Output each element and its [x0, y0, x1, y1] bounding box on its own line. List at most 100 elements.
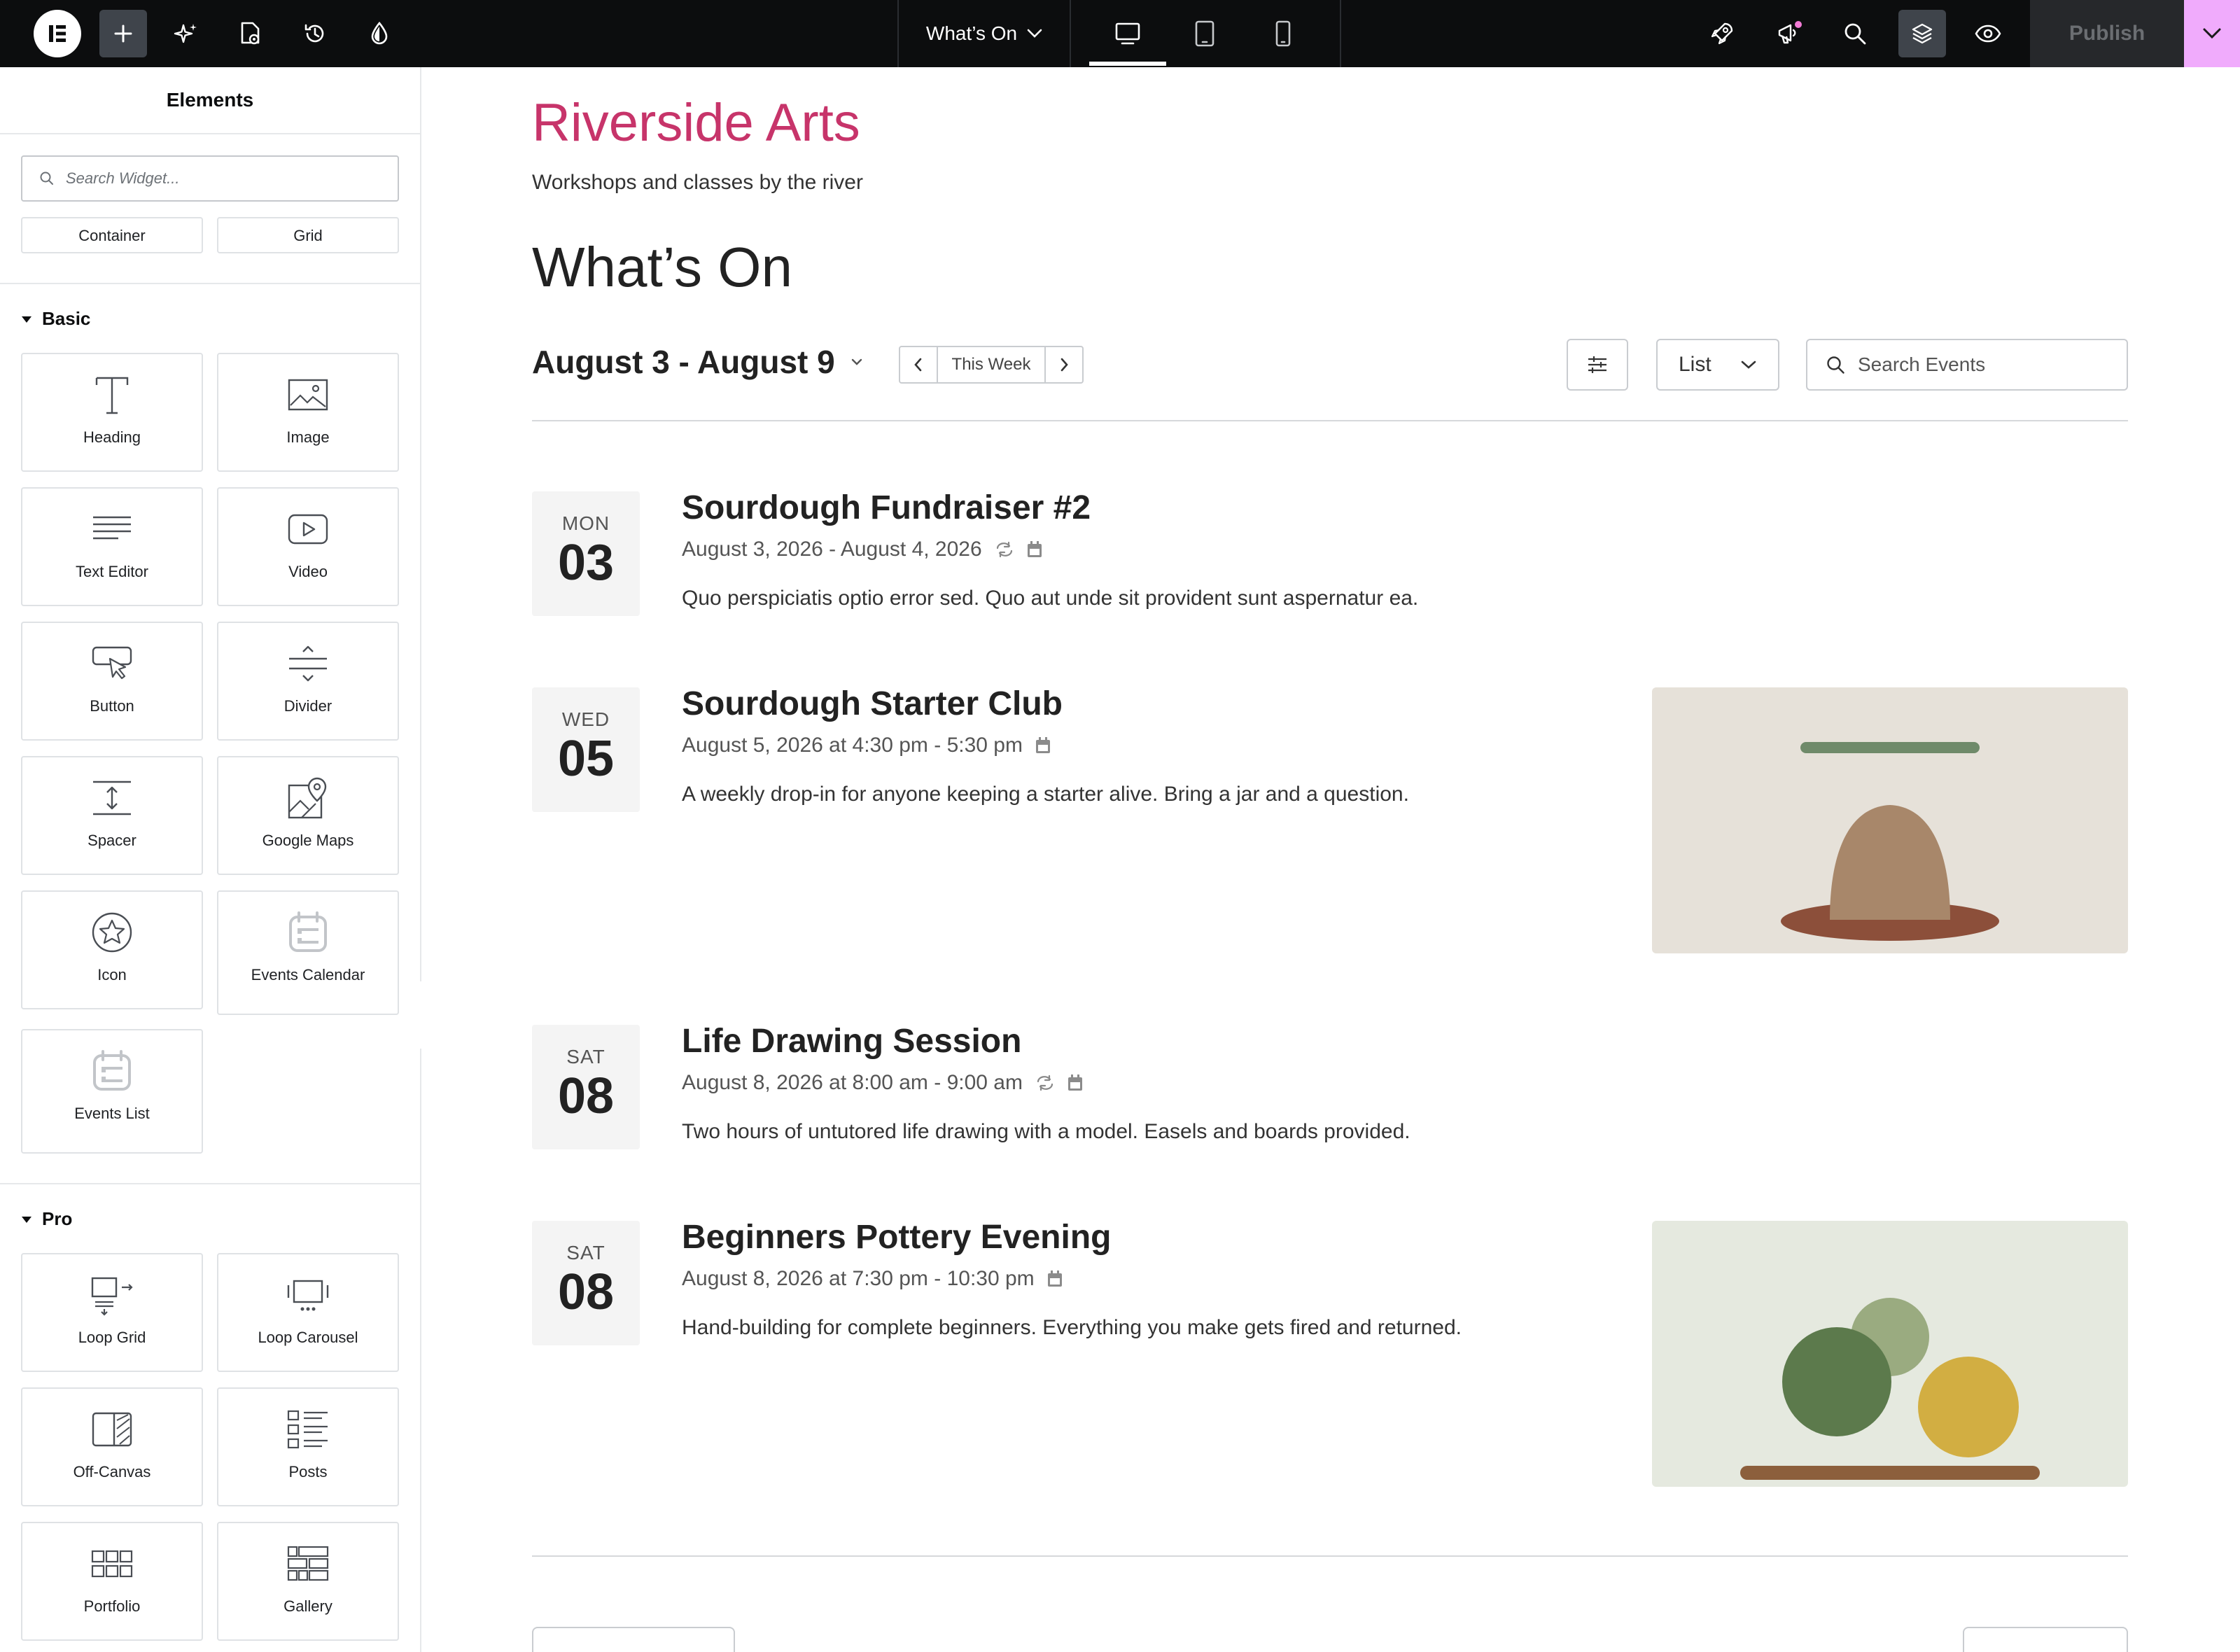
events-search-input[interactable]: [1858, 354, 2124, 376]
previous-events-button[interactable]: [532, 1627, 735, 1652]
page-name-dropdown[interactable]: What’s On: [899, 0, 1070, 67]
page-settings-icon[interactable]: [231, 0, 270, 67]
widget-gallery[interactable]: Gallery: [217, 1522, 399, 1641]
widget-label: Events Calendar: [251, 966, 365, 983]
notifications-icon[interactable]: [1770, 0, 1809, 67]
view-select[interactable]: List: [1656, 339, 1779, 391]
calendar-export-icon[interactable]: [1035, 737, 1051, 754]
widget-grid[interactable]: Grid: [217, 217, 399, 253]
finder-search-icon[interactable]: [1835, 0, 1875, 67]
event-title[interactable]: Sourdough Fundraiser #2: [682, 489, 1091, 527]
section-basic-label: Basic: [42, 308, 91, 329]
widget-events-calendar[interactable]: Events Calendar: [217, 890, 399, 1015]
section-pro-toggle[interactable]: Pro: [21, 1208, 72, 1230]
date-range-picker[interactable]: August 3 - August 9: [532, 343, 863, 381]
event-title[interactable]: Beginners Pottery Evening: [682, 1218, 1111, 1256]
event-datetime: August 3, 2026 - August 4, 2026: [682, 538, 982, 561]
event-date-badge: MON 03: [532, 491, 640, 616]
loop-grid-icon: [91, 1277, 133, 1316]
widget-search-input[interactable]: [66, 169, 374, 188]
event-image-bread[interactable]: [1652, 687, 2128, 953]
prev-week-button[interactable]: [900, 347, 937, 382]
widget-label: Loop Carousel: [258, 1329, 358, 1346]
caret-down-icon: [22, 1216, 31, 1223]
this-week-button[interactable]: This Week: [937, 347, 1046, 382]
publish-button[interactable]: Publish: [2030, 0, 2184, 67]
widget-label: Text Editor: [76, 563, 148, 580]
publish-options-button[interactable]: [2184, 0, 2240, 67]
widget-icon[interactable]: Icon: [21, 890, 203, 1009]
star-icon: [92, 912, 132, 953]
event-date-badge: WED 05: [532, 687, 640, 812]
widget-image[interactable]: Image: [217, 353, 399, 472]
off-canvas-icon: [92, 1412, 132, 1447]
chevron-down-icon: [1027, 29, 1042, 38]
next-events-button[interactable]: [1963, 1627, 2128, 1652]
widget-video[interactable]: Video: [217, 487, 399, 606]
site-settings-icon[interactable]: [360, 0, 399, 67]
widget-text-editor[interactable]: Text Editor: [21, 487, 203, 606]
loop-carousel-icon: [287, 1280, 329, 1311]
preview-eye-icon[interactable]: [1968, 0, 2008, 67]
tablet-icon[interactable]: [1166, 0, 1243, 67]
event-day: 08: [557, 1264, 615, 1320]
events-search: [1806, 339, 2128, 391]
site-title[interactable]: Riverside Arts: [532, 92, 860, 153]
section-basic-toggle[interactable]: Basic: [21, 308, 90, 330]
widget-loop-carousel[interactable]: Loop Carousel: [217, 1253, 399, 1372]
search-icon: [40, 172, 53, 185]
chevron-down-icon: [2203, 28, 2221, 39]
widget-divider[interactable]: Divider: [217, 622, 399, 741]
widget-label: Portfolio: [83, 1597, 141, 1615]
widget-container[interactable]: Container: [21, 217, 203, 253]
widget-heading[interactable]: Heading: [21, 353, 203, 472]
event-day: 05: [557, 731, 615, 787]
sliders-icon: [1588, 356, 1606, 373]
page-title: What’s On: [532, 236, 792, 298]
widget-portfolio[interactable]: Portfolio: [21, 1522, 203, 1641]
chevron-down-icon: [1741, 360, 1756, 369]
calendar-export-icon[interactable]: [1047, 1270, 1063, 1287]
mobile-icon[interactable]: [1245, 0, 1322, 67]
ai-sparkle-icon[interactable]: [167, 0, 206, 67]
elementor-logo-icon[interactable]: [34, 10, 81, 57]
widget-label: Button: [90, 697, 134, 715]
event-description: Quo perspiciatis optio error sed. Quo au…: [682, 587, 1419, 610]
calendar-export-icon[interactable]: [1068, 1074, 1083, 1091]
history-icon[interactable]: [295, 0, 335, 67]
event-description: Hand-building for complete beginners. Ev…: [682, 1316, 1462, 1339]
rocket-icon[interactable]: [1702, 0, 1742, 67]
widget-google-maps[interactable]: Google Maps: [217, 756, 399, 875]
elements-panel: Elements Container Grid Basic Heading Im…: [0, 67, 421, 1652]
widget-button[interactable]: Button: [21, 622, 203, 741]
filter-button[interactable]: [1567, 339, 1628, 391]
widget-off-canvas[interactable]: Off-Canvas: [21, 1387, 203, 1506]
widget-loop-grid[interactable]: Loop Grid: [21, 1253, 203, 1372]
posts-icon: [287, 1410, 328, 1449]
widget-posts[interactable]: Posts: [217, 1387, 399, 1506]
event-meta: August 8, 2026 at 7:30 pm - 10:30 pm: [682, 1267, 1063, 1291]
search-icon: [1827, 356, 1844, 374]
next-week-button[interactable]: [1046, 347, 1082, 382]
event-datetime: August 8, 2026 at 7:30 pm - 10:30 pm: [682, 1267, 1035, 1290]
heading-icon: [95, 377, 129, 414]
spacer-icon: [93, 780, 131, 816]
widget-label: Off-Canvas: [73, 1463, 151, 1480]
structure-layers-icon[interactable]: [1898, 10, 1946, 57]
divider-icon: [289, 645, 327, 682]
widget-label: Video: [288, 563, 328, 580]
add-element-icon[interactable]: [99, 10, 147, 57]
widget-label: Container: [78, 228, 146, 244]
calendar-export-icon[interactable]: [1027, 541, 1042, 558]
events-list-icon: [93, 1050, 131, 1091]
section-pro-label: Pro: [42, 1208, 73, 1229]
event-title[interactable]: Life Drawing Session: [682, 1022, 1021, 1060]
widget-events-list[interactable]: Events List: [21, 1029, 203, 1154]
editor-topbar: What’s On Publish: [0, 0, 2240, 67]
desktop-icon[interactable]: [1089, 0, 1166, 67]
widget-label: Posts: [288, 1463, 328, 1480]
widget-label: Image: [286, 428, 330, 446]
event-image-pottery[interactable]: [1652, 1221, 2128, 1487]
event-title[interactable]: Sourdough Starter Club: [682, 685, 1063, 723]
widget-spacer[interactable]: Spacer: [21, 756, 203, 875]
